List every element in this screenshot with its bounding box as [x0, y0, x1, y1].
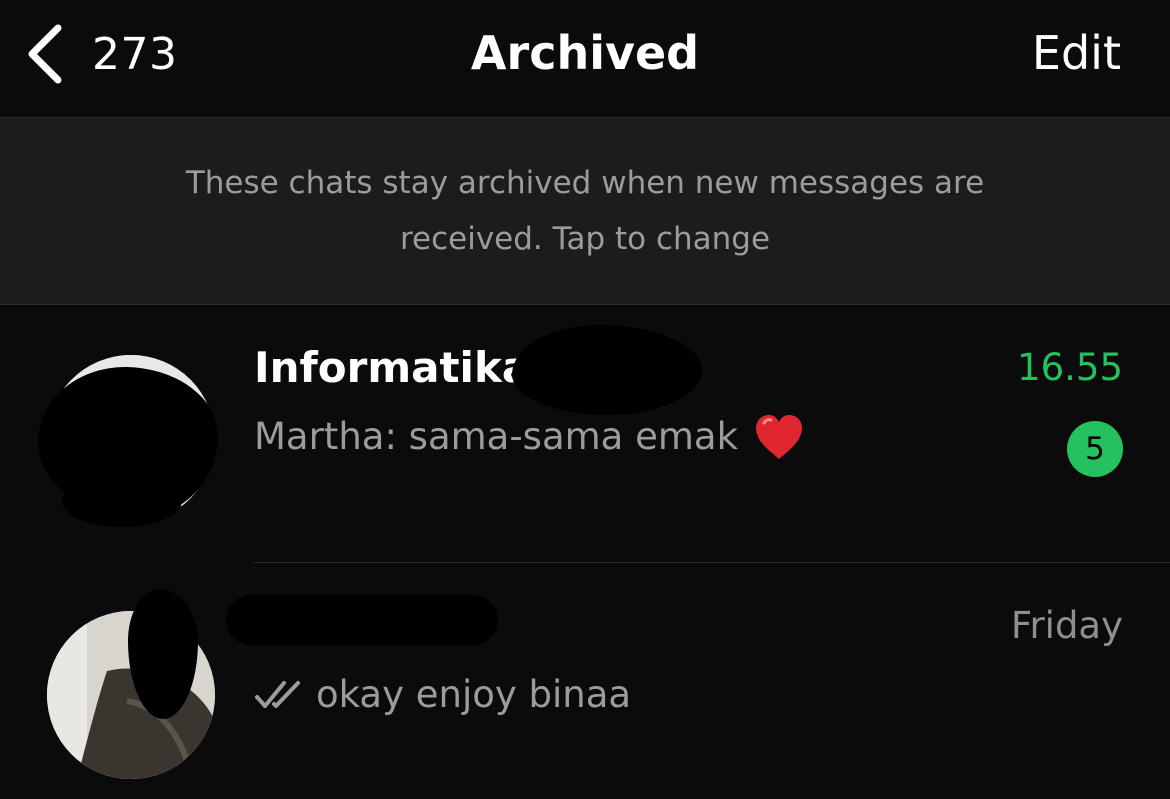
archive-info-text: These chats stay archived when new messa… [185, 165, 985, 257]
chat-preview-text: okay enjoy binaa [316, 673, 632, 716]
chat-time: 16.55 [1017, 346, 1123, 389]
chat-time: Friday [1010, 604, 1123, 647]
archive-settings-banner[interactable]: These chats stay archived when new messa… [0, 118, 1170, 305]
chat-preview: okay enjoy binaa [254, 665, 631, 725]
redaction-mark [62, 475, 182, 527]
heart-icon [756, 415, 803, 459]
page-title: Archived [470, 26, 700, 80]
chat-row-informatika[interactable]: Informatika 16.55 Martha: sama-sama emak… [0, 305, 1170, 563]
chat-name: Informatika [254, 343, 531, 392]
chat-preview-text: Martha: sama-sama emak [254, 415, 739, 458]
chat-preview: Martha: sama-sama emak [254, 407, 804, 467]
navigation-bar: 273 Archived Edit [0, 0, 1170, 118]
unread-badge: 5 [1067, 421, 1123, 477]
chat-row-2[interactable]: Friday okay enjoy binaa [0, 563, 1170, 799]
chat-name-redacted [226, 595, 498, 645]
redaction-mark [512, 325, 702, 415]
edit-button[interactable]: Edit [1032, 22, 1121, 84]
double-check-icon [255, 681, 300, 708]
